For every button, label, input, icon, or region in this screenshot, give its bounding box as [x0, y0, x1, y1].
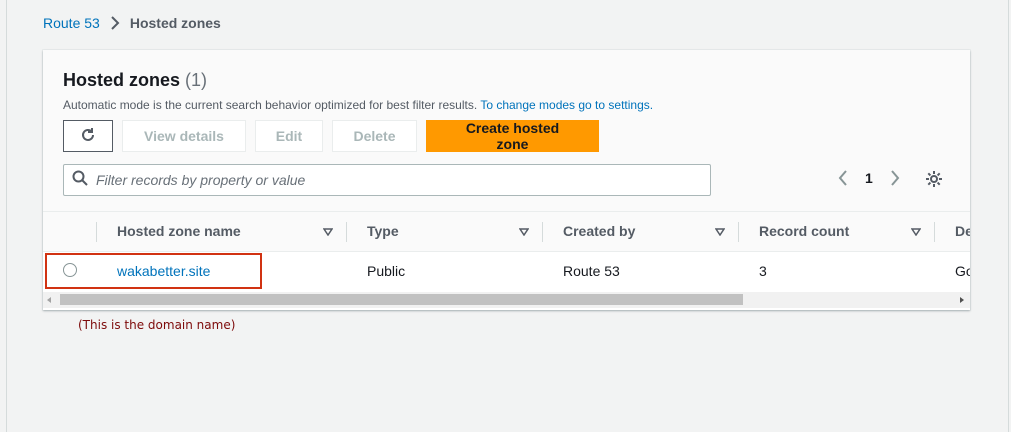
column-header-created-by[interactable]: Created by [543, 212, 739, 251]
table-header-row: Hosted zone name Type Created by Record … [43, 212, 970, 251]
sort-caret-icon [910, 223, 922, 239]
sort-caret-icon [714, 223, 726, 239]
zone-name-link[interactable]: wakabetter.site [117, 263, 210, 279]
zone-name-cell: wakabetter.site [97, 251, 347, 291]
description-cell: Go [955, 263, 970, 280]
create-hosted-zone-button[interactable]: Create hosted zone [426, 120, 599, 152]
record-count-cell: 3 [759, 263, 767, 280]
row-select-cell [43, 251, 97, 291]
column-header-name[interactable]: Hosted zone name [97, 212, 347, 251]
delete-button[interactable]: Delete [332, 120, 417, 152]
search-icon [72, 170, 88, 191]
panel-title-text: Hosted zones [63, 70, 181, 90]
toolbar: View details Edit Delete Create hosted z… [63, 120, 950, 152]
horizontal-scrollbar[interactable] [43, 292, 970, 308]
settings-link[interactable]: To change modes go to settings. [480, 98, 653, 112]
column-header-type[interactable]: Type [347, 212, 543, 251]
breadcrumb-current: Hosted zones [129, 15, 221, 31]
created-by-cell: Route 53 [563, 263, 620, 280]
gear-icon[interactable] [925, 170, 943, 188]
chevron-right-icon [110, 16, 120, 30]
filter-input[interactable] [96, 172, 686, 188]
column-header-description[interactable]: De [935, 212, 970, 251]
refresh-icon [80, 127, 96, 146]
hosted-zones-panel: Hosted zones (1) Automatic mode is the c… [43, 50, 970, 310]
scrollbar-thumb[interactable] [60, 294, 743, 305]
left-nav-edge [0, 0, 7, 432]
refresh-button[interactable] [63, 120, 113, 152]
filter-row: 1 [63, 164, 950, 196]
pagination: 1 [833, 170, 905, 186]
panel-header: Hosted zones (1) Automatic mode is the c… [43, 50, 970, 212]
search-mode-description: Automatic mode is the current search beh… [63, 98, 950, 112]
table-row[interactable]: wakabetter.site Public Route 53 3 Go [43, 251, 970, 291]
view-details-button[interactable]: View details [122, 120, 246, 152]
row-radio-button[interactable] [63, 262, 77, 277]
zone-type-cell: Public [367, 263, 406, 280]
edit-button[interactable]: Edit [255, 120, 323, 152]
chevron-left-icon[interactable] [833, 170, 853, 186]
filter-field[interactable] [63, 164, 711, 196]
hosted-zones-table: Hosted zone name Type Created by Record … [43, 212, 970, 291]
sort-caret-icon [518, 223, 530, 239]
zone-count: (1) [185, 70, 208, 90]
page-number[interactable]: 1 [865, 170, 873, 186]
page-title: Hosted zones (1) [63, 70, 950, 91]
sort-caret-icon [322, 223, 334, 239]
breadcrumb-route53-link[interactable]: Route 53 [43, 15, 100, 31]
chevron-right-icon[interactable] [885, 170, 905, 186]
domain-annotation: (This is the domain name) [78, 318, 236, 332]
column-header-record-count[interactable]: Record count [739, 212, 935, 251]
breadcrumb: Route 53 Hosted zones [43, 15, 221, 31]
scroll-left-icon[interactable] [47, 297, 51, 303]
scroll-right-icon[interactable] [960, 297, 964, 303]
description-text: Automatic mode is the current search beh… [63, 98, 478, 112]
select-column-header [43, 212, 97, 251]
